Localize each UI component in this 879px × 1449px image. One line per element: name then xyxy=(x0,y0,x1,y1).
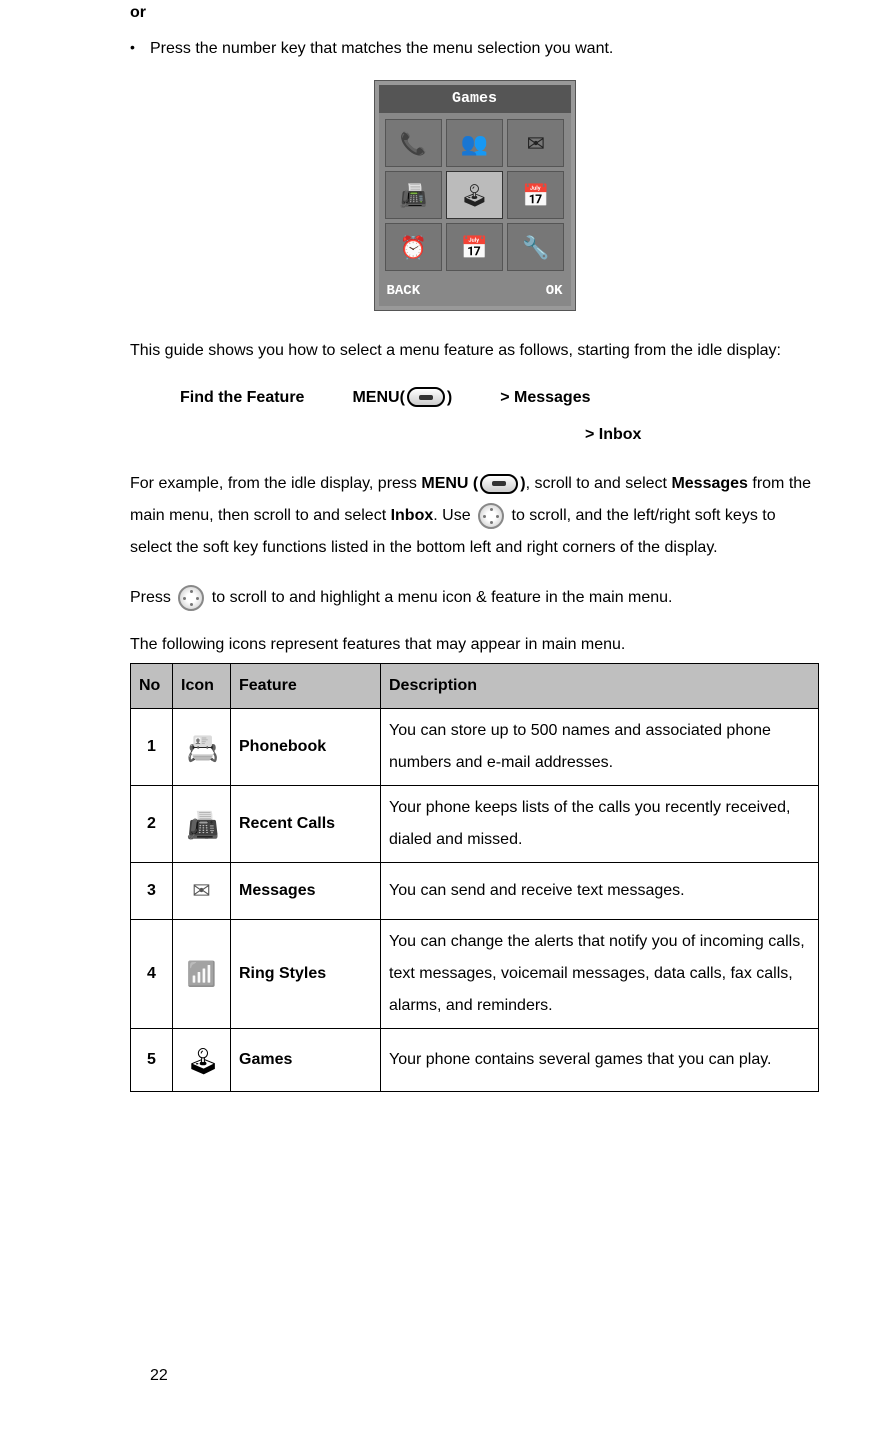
row-description: Your phone contains several games that y… xyxy=(381,1029,819,1092)
phone-screen: Games 📞 👥 ✉ 📠 🕹 📅 ⏰ 📅 🔧 BACK OK xyxy=(375,81,575,309)
press-t2: to scroll to and highlight a menu icon &… xyxy=(207,589,672,606)
menu-cell-messages-icon: ✉ xyxy=(507,119,564,167)
table-row: 1 Phonebook You can store up to 500 name… xyxy=(131,709,819,786)
row-icon xyxy=(173,920,231,1029)
table-intro: The following icons represent features t… xyxy=(130,632,819,658)
row-description: You can change the alerts that notify yo… xyxy=(381,920,819,1029)
ex-t8: . Use xyxy=(433,507,475,524)
th-description: Description xyxy=(381,664,819,709)
row-feature: Messages xyxy=(231,863,381,920)
table-row: 3 Messages You can send and receive text… xyxy=(131,863,819,920)
menu-cell-settings-icon: 🔧 xyxy=(507,223,564,271)
th-icon: Icon xyxy=(173,664,231,709)
row-feature: Recent Calls xyxy=(231,786,381,863)
find-feature-menu: MENU( ) xyxy=(352,385,452,411)
ex-t5: Messages xyxy=(671,475,748,492)
row-description: Your phone keeps lists of the calls you … xyxy=(381,786,819,863)
find-feature-path2: > Inbox xyxy=(585,422,819,448)
ex-t2: MENU ( xyxy=(421,475,478,492)
menu-key-icon xyxy=(480,474,518,494)
find-feature-label: Find the Feature xyxy=(180,385,304,411)
ring-styles-icon xyxy=(187,951,217,981)
bullet-item: • Press the number key that matches the … xyxy=(130,36,819,62)
row-description: You can send and receive text messages. xyxy=(381,863,819,920)
ex-t7: Inbox xyxy=(391,507,434,524)
example-paragraph: For example, from the idle display, pres… xyxy=(130,468,819,564)
menu-cell-contacts-icon: 👥 xyxy=(446,119,503,167)
phone-softkey-bar: BACK OK xyxy=(379,277,571,305)
press-paragraph: Press to scroll to and highlight a menu … xyxy=(130,582,819,614)
menu-suffix: ) xyxy=(447,385,452,411)
row-no: 3 xyxy=(131,863,173,920)
recent-calls-icon xyxy=(187,799,217,829)
bullet-dot: • xyxy=(130,36,150,62)
phonebook-icon xyxy=(187,722,217,752)
find-feature-path1: > Messages xyxy=(500,385,590,411)
th-no: No xyxy=(131,664,173,709)
features-table: No Icon Feature Description 1 Phonebook … xyxy=(130,663,819,1092)
guide-paragraph: This guide shows you how to select a men… xyxy=(130,335,819,367)
row-no: 2 xyxy=(131,786,173,863)
games-icon xyxy=(187,1035,217,1065)
phone-screenshot: Games 📞 👥 ✉ 📠 🕹 📅 ⏰ 📅 🔧 BACK OK xyxy=(130,81,819,309)
dpad-icon xyxy=(478,503,504,529)
press-t1: Press xyxy=(130,589,175,606)
menu-cell-games-icon: 🕹 xyxy=(446,171,503,219)
row-icon xyxy=(173,786,231,863)
row-no: 1 xyxy=(131,709,173,786)
softkey-back: BACK xyxy=(387,280,421,302)
menu-cell-calendar-icon: 📅 xyxy=(507,171,564,219)
table-row: 4 Ring Styles You can change the alerts … xyxy=(131,920,819,1029)
row-no: 5 xyxy=(131,1029,173,1092)
menu-cell-datebook-icon: 📅 xyxy=(446,223,503,271)
menu-cell-alarm-icon: ⏰ xyxy=(385,223,442,271)
row-icon xyxy=(173,863,231,920)
ex-t4: , scroll to and select xyxy=(526,475,672,492)
row-description: You can store up to 500 names and associ… xyxy=(381,709,819,786)
row-feature: Phonebook xyxy=(231,709,381,786)
row-no: 4 xyxy=(131,920,173,1029)
intro-or: or xyxy=(130,0,819,26)
menu-cell-recent-icon: 📠 xyxy=(385,171,442,219)
page-number: 22 xyxy=(150,1363,168,1389)
row-feature: Ring Styles xyxy=(231,920,381,1029)
messages-icon xyxy=(187,869,217,899)
ex-t1: For example, from the idle display, pres… xyxy=(130,475,421,492)
bullet-text: Press the number key that matches the me… xyxy=(150,36,819,62)
row-icon xyxy=(173,709,231,786)
table-row: 5 Games Your phone contains several game… xyxy=(131,1029,819,1092)
phone-title: Games xyxy=(379,85,571,113)
menu-prefix: MENU( xyxy=(352,385,404,411)
phone-menu-grid: 📞 👥 ✉ 📠 🕹 📅 ⏰ 📅 🔧 xyxy=(379,113,571,277)
row-icon xyxy=(173,1029,231,1092)
find-feature-row: Find the Feature MENU( ) > Messages xyxy=(180,385,819,411)
softkey-ok: OK xyxy=(546,280,563,302)
row-feature: Games xyxy=(231,1029,381,1092)
table-row: 2 Recent Calls Your phone keeps lists of… xyxy=(131,786,819,863)
table-header-row: No Icon Feature Description xyxy=(131,664,819,709)
dpad-icon xyxy=(178,585,204,611)
menu-key-icon xyxy=(407,387,445,407)
menu-cell-calls-icon: 📞 xyxy=(385,119,442,167)
th-feature: Feature xyxy=(231,664,381,709)
